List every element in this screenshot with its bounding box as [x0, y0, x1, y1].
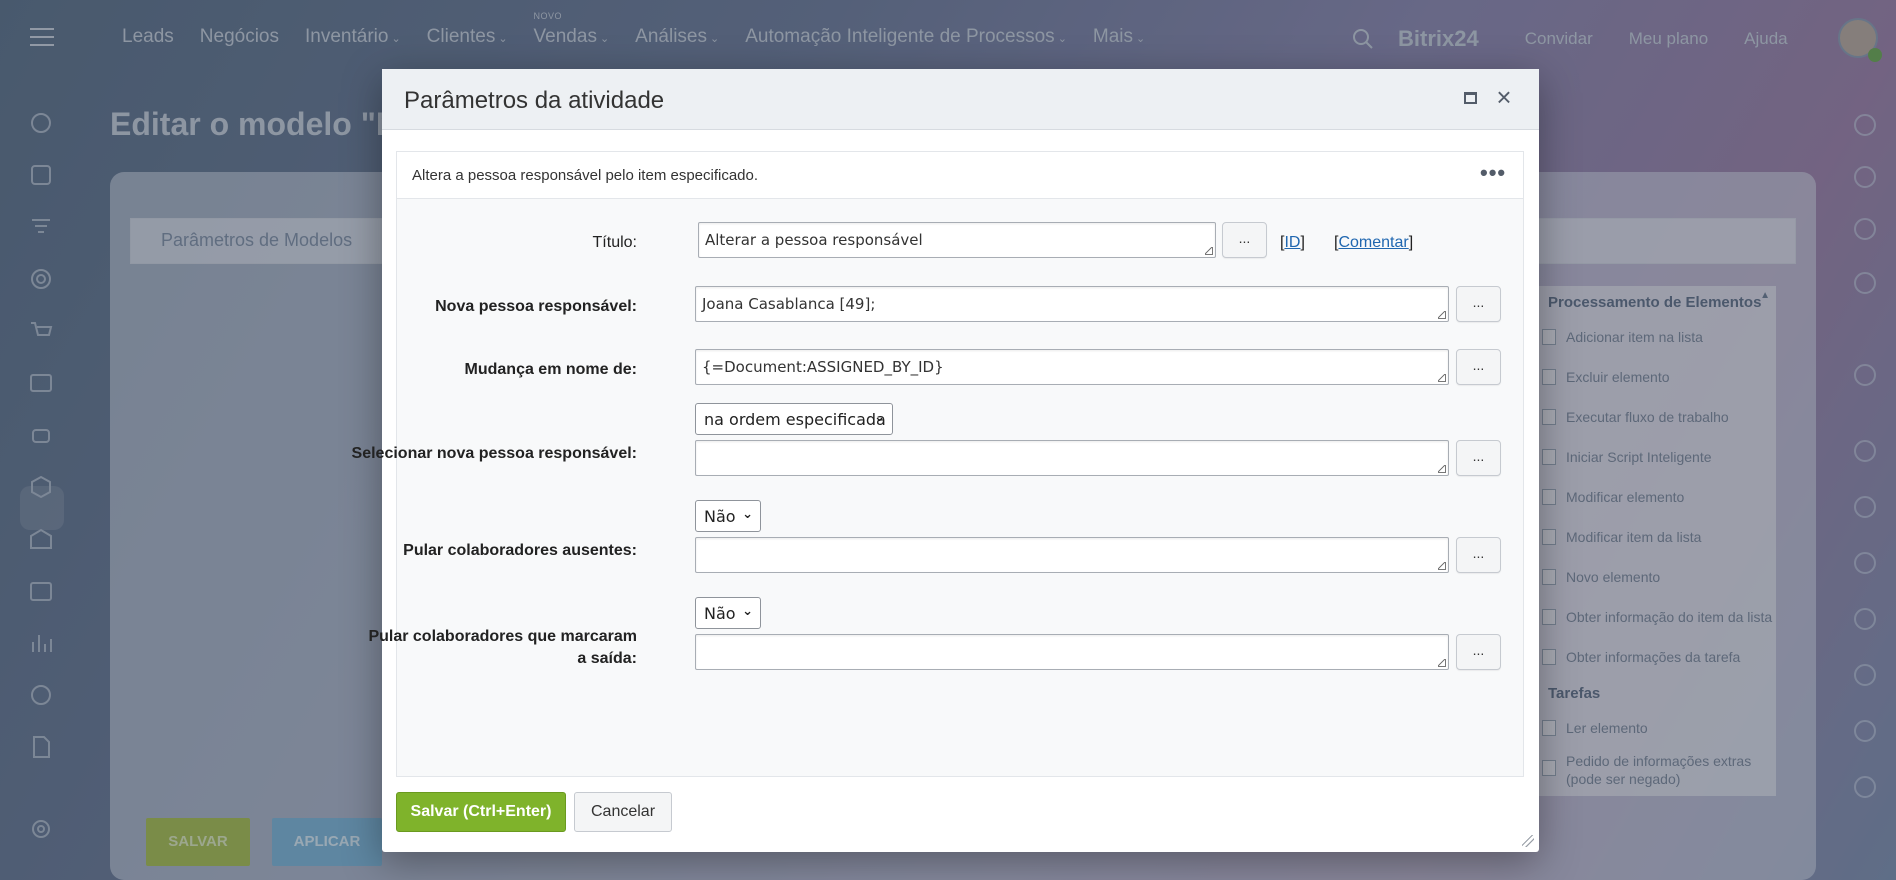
- title-dots-button[interactable]: ...: [1222, 222, 1267, 258]
- skip-checked-out-label-line1: Pular colaboradores que marcaram: [368, 628, 637, 645]
- skip-absent-select[interactable]: Não ⌄: [695, 500, 761, 532]
- skip-checked-out-dots-button[interactable]: ...: [1456, 634, 1501, 670]
- activity-parameters-dialog: Parâmetros da atividade × Altera a pesso…: [352, 69, 1539, 852]
- skip-absent-field[interactable]: [695, 537, 1449, 573]
- skip-absent-dots-button[interactable]: ...: [1456, 537, 1501, 573]
- id-link[interactable]: ID: [1284, 234, 1300, 251]
- dialog-body: Altera a pessoa responsável pelo item es…: [352, 151, 1524, 777]
- chevron-down-icon: ⌄: [874, 410, 885, 425]
- close-icon[interactable]: ×: [1492, 83, 1516, 111]
- comment-link[interactable]: Comentar: [1338, 234, 1408, 251]
- new-responsible-dots-button[interactable]: ...: [1456, 286, 1501, 322]
- change-on-behalf-dots-button[interactable]: ...: [1456, 349, 1501, 385]
- parameters-form: Título: Alterar a pessoa responsável ...…: [352, 200, 1523, 760]
- change-on-behalf-field[interactable]: {=Document:ASSIGNED_BY_ID}: [695, 349, 1449, 385]
- skip-checked-out-field[interactable]: [695, 634, 1449, 670]
- skip-checked-out-value: Não: [704, 604, 736, 623]
- comment-link-wrap: [Comentar]: [1334, 234, 1414, 251]
- change-on-behalf-label: Mudança em nome de:: [464, 361, 637, 378]
- maximize-icon[interactable]: [1464, 92, 1477, 104]
- skip-checked-out-select[interactable]: Não ⌄: [695, 597, 761, 629]
- save-button[interactable]: Salvar (Ctrl+Enter): [396, 792, 566, 832]
- id-link-wrap: [ID]: [1280, 234, 1305, 251]
- select-responsible-field[interactable]: [695, 440, 1449, 476]
- title-field[interactable]: Alterar a pessoa responsável: [698, 222, 1216, 258]
- selection-order-value: na ordem especificada: [704, 410, 886, 429]
- description-bar: Altera a pessoa responsável pelo item es…: [397, 152, 1523, 199]
- new-responsible-label: Nova pessoa responsável:: [435, 298, 637, 315]
- chevron-down-icon: ⌄: [742, 507, 753, 522]
- dialog-title: Parâmetros da atividade: [404, 87, 665, 114]
- chevron-down-icon: ⌄: [742, 604, 753, 619]
- select-responsible-dots-button[interactable]: ...: [1456, 440, 1501, 476]
- more-options-icon[interactable]: •••: [1480, 160, 1506, 186]
- skip-absent-value: Não: [704, 507, 736, 526]
- skip-checked-out-label-line2: a saída:: [577, 650, 637, 667]
- selection-order-select[interactable]: na ordem especificada ⌄: [695, 403, 893, 435]
- select-responsible-label: Selecionar nova pessoa responsável:: [351, 445, 637, 462]
- new-responsible-field[interactable]: Joana Casablanca [49];: [695, 286, 1449, 322]
- resize-handle-icon[interactable]: [1522, 835, 1534, 847]
- title-label: Título:: [592, 234, 637, 251]
- dialog-header: Parâmetros da atividade ×: [382, 69, 1539, 130]
- skip-absent-label: Pular colaboradores ausentes:: [403, 542, 637, 559]
- activity-description: Altera a pessoa responsável pelo item es…: [412, 167, 759, 184]
- cancel-button[interactable]: Cancelar: [574, 792, 672, 832]
